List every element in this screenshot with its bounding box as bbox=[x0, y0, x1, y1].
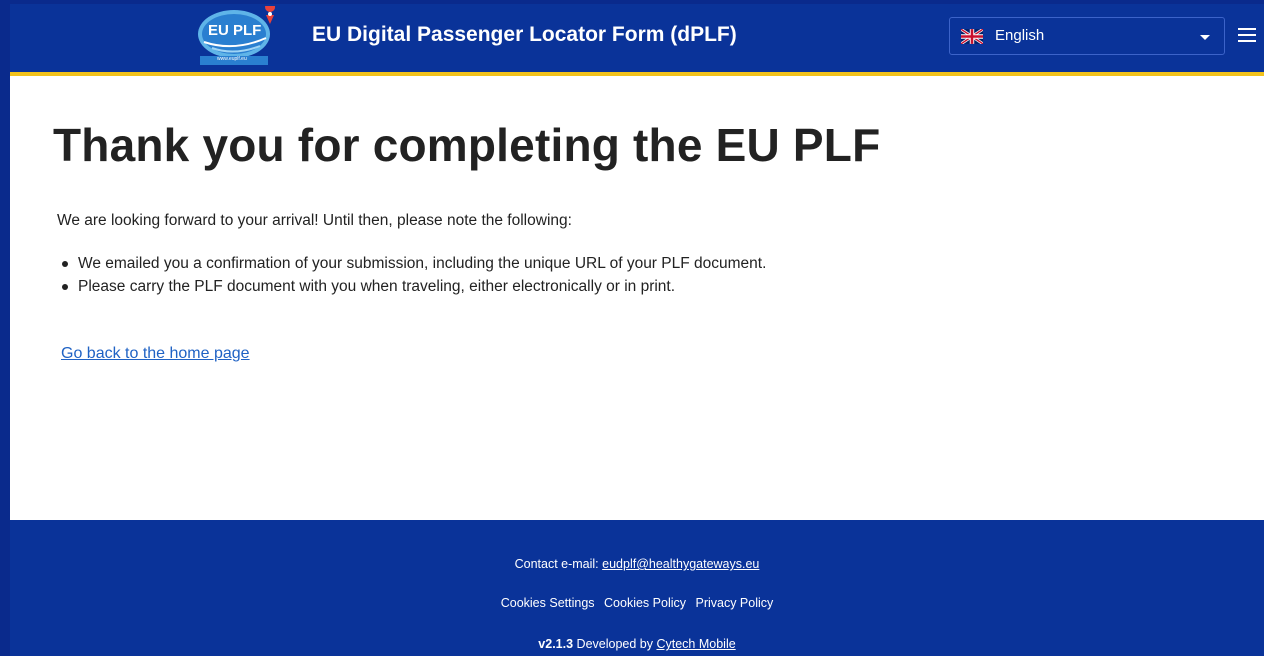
list-item: We emailed you a confirmation of your su… bbox=[62, 252, 766, 275]
logo-subtext: www.euplf.eu bbox=[217, 56, 247, 62]
header-accent-stripe bbox=[10, 72, 1264, 76]
language-select[interactable]: English bbox=[949, 17, 1225, 55]
page-frame: EU PLF www.euplf.eu EU Digital Passenger… bbox=[10, 4, 1264, 656]
footer: Contact e-mail: eudplf@healthygateways.e… bbox=[10, 520, 1264, 656]
privacy-policy-link[interactable]: Privacy Policy bbox=[695, 596, 773, 610]
header-bar: EU PLF www.euplf.eu EU Digital Passenger… bbox=[10, 4, 1264, 72]
language-label: English bbox=[995, 27, 1045, 44]
version-line: v2.1.3 Developed by Cytech Mobile bbox=[10, 637, 1264, 651]
page-title: Thank you for completing the EU PLF bbox=[53, 119, 881, 171]
cookies-policy-link[interactable]: Cookies Policy bbox=[604, 596, 686, 610]
policy-links: Cookies Settings Cookies Policy Privacy … bbox=[10, 596, 1264, 610]
list-item: Please carry the PLF document with you w… bbox=[62, 275, 766, 298]
contact-line: Contact e-mail: eudplf@healthygateways.e… bbox=[10, 557, 1264, 571]
app-title: EU Digital Passenger Locator Form (dPLF) bbox=[312, 23, 737, 46]
eu-plf-logo[interactable]: EU PLF www.euplf.eu bbox=[190, 4, 282, 68]
home-page-link[interactable]: Go back to the home page bbox=[61, 345, 250, 363]
hamburger-menu-icon[interactable] bbox=[1238, 28, 1256, 44]
contact-label: Contact e-mail: bbox=[514, 557, 599, 571]
svg-text:EU PLF: EU PLF bbox=[208, 22, 261, 39]
cookies-settings-link[interactable]: Cookies Settings bbox=[501, 596, 595, 610]
uk-flag-icon bbox=[960, 27, 984, 46]
developer-link[interactable]: Cytech Mobile bbox=[656, 637, 735, 651]
instructions-list: We emailed you a confirmation of your su… bbox=[62, 252, 766, 298]
developed-by-label: Developed by bbox=[576, 637, 653, 651]
version-number: v2.1.3 bbox=[538, 637, 574, 651]
chevron-down-icon bbox=[1200, 35, 1210, 40]
contact-email-link[interactable]: eudplf@healthygateways.eu bbox=[602, 557, 759, 571]
intro-text: We are looking forward to your arrival! … bbox=[57, 212, 572, 229]
